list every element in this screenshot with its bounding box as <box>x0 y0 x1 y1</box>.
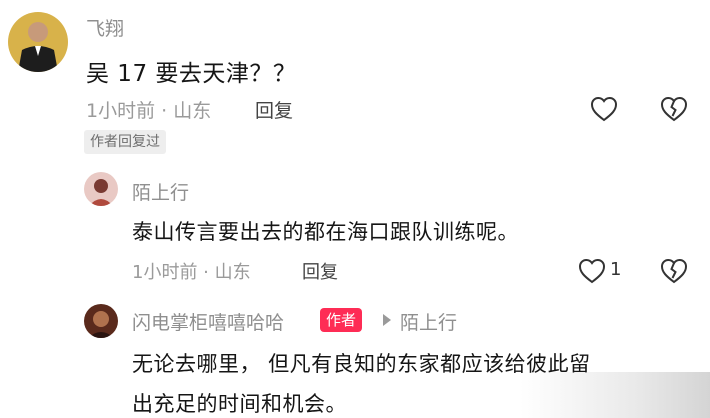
author-replied-tag: 作者回复过 <box>84 130 166 154</box>
heart-outline-icon[interactable] <box>578 258 606 284</box>
bottom-fade-overlay <box>520 372 710 418</box>
broken-heart-icon[interactable] <box>660 258 688 284</box>
comment-username[interactable]: 陌上行 <box>132 178 189 205</box>
comment-meta: 1小时前 · 山东 <box>132 262 251 283</box>
comment-thread: 飞翔 吴 17 要去天津？？ 1小时前 · 山东 回复 作者回复过 陌上行 泰山… <box>0 0 710 418</box>
comment-username[interactable]: 闪电掌柜嘻嘻哈哈 <box>132 308 284 335</box>
reply-button[interactable]: 回复 <box>302 258 338 284</box>
reply-button[interactable]: 回复 <box>255 96 293 123</box>
triangle-right-icon <box>383 314 391 326</box>
broken-heart-icon[interactable] <box>660 96 688 122</box>
comment-text: 出充足的时间和机会。 <box>132 392 347 416</box>
heart-outline-icon[interactable] <box>590 96 618 122</box>
comment-text: 吴 17 要去天津？？ <box>86 61 297 87</box>
author-badge: 作者 <box>320 308 363 332</box>
avatar[interactable] <box>8 12 68 72</box>
reply-target-username[interactable]: 陌上行 <box>400 308 457 335</box>
avatar[interactable] <box>84 304 118 338</box>
comment-username[interactable]: 飞翔 <box>86 14 124 41</box>
avatar[interactable] <box>84 172 118 206</box>
like-count: 1 <box>610 259 622 280</box>
comment-text: 泰山传言要出去的都在海口跟队训练呢。 <box>132 220 519 244</box>
comment-meta: 1小时前 · 山东 <box>86 100 212 122</box>
